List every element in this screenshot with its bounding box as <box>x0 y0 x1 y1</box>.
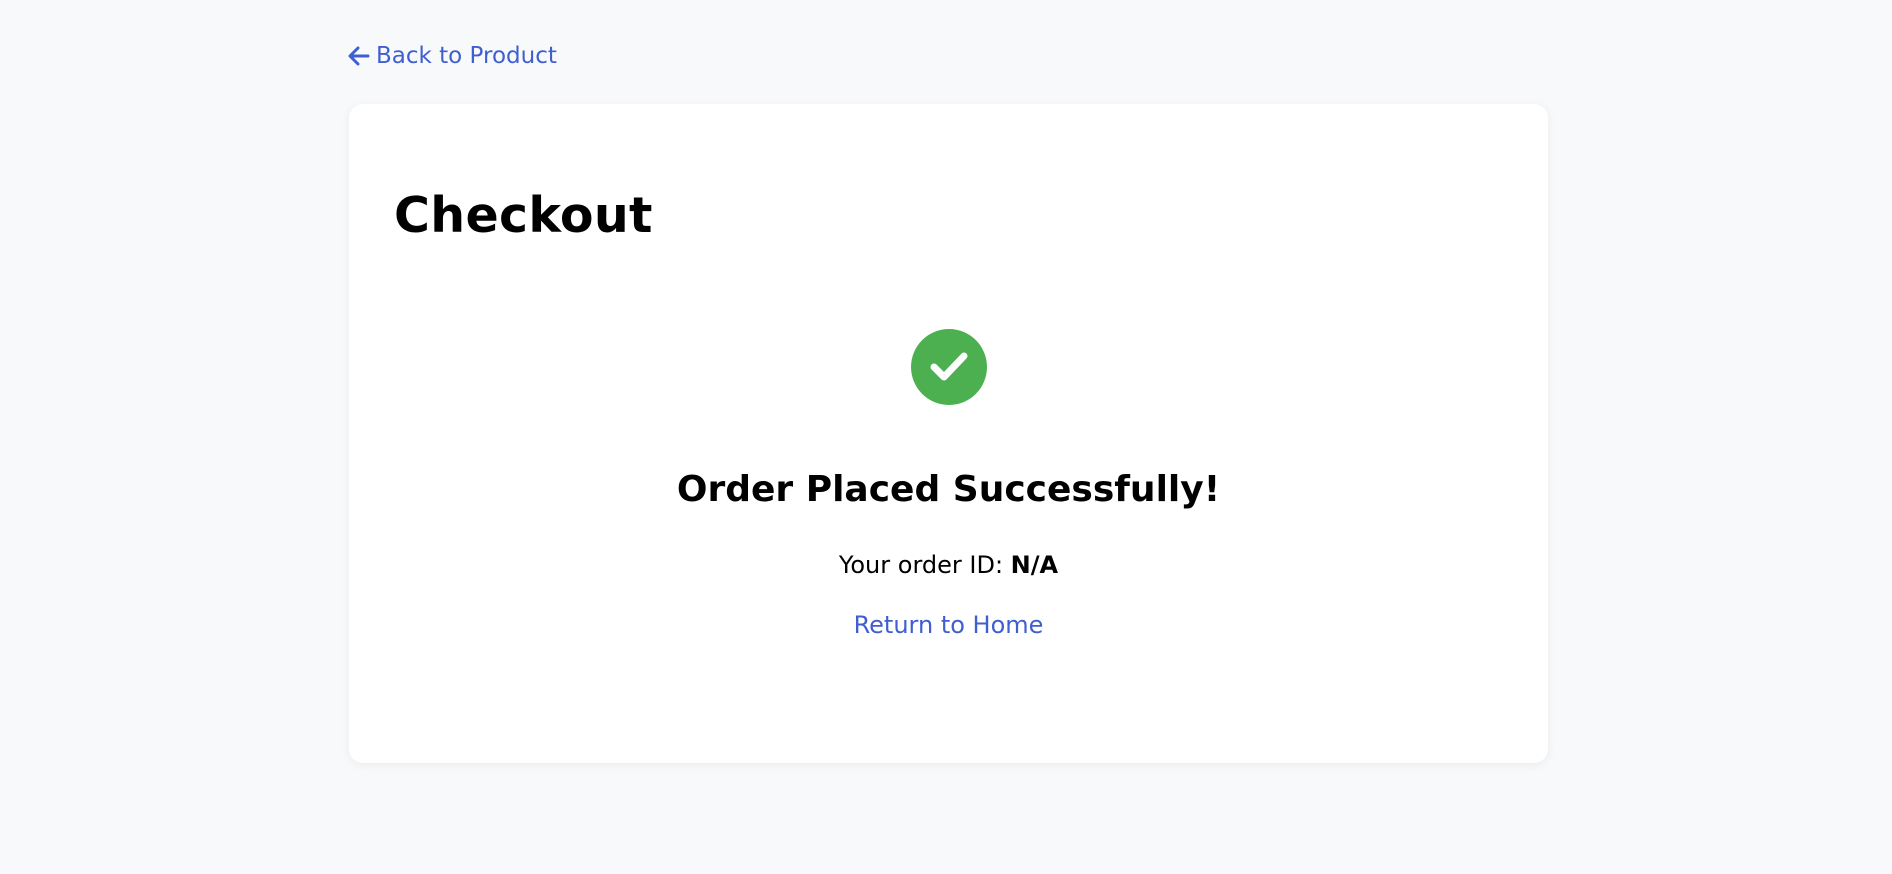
back-to-product-label: Back to Product <box>376 43 557 69</box>
arrow-left-icon <box>348 46 370 66</box>
checkout-card: Checkout Order Placed Successfully! Your… <box>349 104 1548 763</box>
order-id-label: Your order ID: <box>838 551 1004 579</box>
page-title: Checkout <box>394 187 653 244</box>
success-heading: Order Placed Successfully! <box>676 469 1221 510</box>
back-to-product-link[interactable]: Back to Product <box>348 42 557 70</box>
return-home-container: Return to Home <box>349 610 1548 640</box>
order-id-value: N/A <box>1010 551 1059 579</box>
order-id-line: Your order ID: N/A <box>349 550 1548 580</box>
check-circle-icon <box>911 329 987 405</box>
return-to-home-link[interactable]: Return to Home <box>854 611 1044 639</box>
